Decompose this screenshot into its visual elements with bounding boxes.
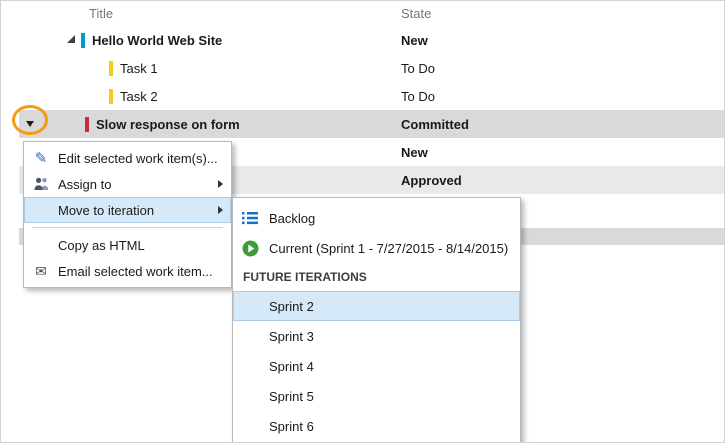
tree-expander-icon[interactable]: [67, 35, 75, 43]
menu-item-assign-to[interactable]: Assign to: [24, 171, 231, 197]
work-item-state: Approved: [401, 172, 462, 188]
backlog-icon: [242, 209, 260, 227]
column-header-state[interactable]: State: [401, 6, 431, 21]
submenu-item-sprint-6[interactable]: Sprint 6: [233, 411, 520, 441]
menu-item-edit-selected[interactable]: ✎ Edit selected work item(s)...: [24, 145, 231, 171]
column-header-title[interactable]: Title: [89, 6, 113, 21]
submenu-item-sprint-5[interactable]: Sprint 5: [233, 381, 520, 411]
menu-item-label: Move to iteration: [58, 202, 155, 218]
row-hello-world-web-site[interactable]: Hello World Web Site New: [19, 26, 724, 54]
work-item-state: New: [401, 144, 428, 160]
menu-item-label: Copy as HTML: [58, 237, 145, 253]
menu-separator: [32, 227, 223, 228]
submenu-item-label: Backlog: [269, 210, 316, 226]
row-slow-response-on-form[interactable]: Slow response on form Committed: [19, 110, 724, 138]
submenu-item-label: Sprint 5: [269, 388, 314, 404]
submenu-item-sprint-2[interactable]: Sprint 2: [233, 291, 520, 321]
future-iterations-header: FUTURE ITERATIONS: [243, 270, 367, 284]
work-item-title: Task 1: [120, 60, 158, 76]
submenu-item-label: Sprint 2: [269, 298, 314, 314]
annotation-highlight-circle: [12, 105, 48, 135]
work-item-context-menu: ✎ Edit selected work item(s)... Assign t…: [23, 141, 232, 288]
work-item-title: Task 2: [120, 88, 158, 104]
submenu-item-sprint-3[interactable]: Sprint 3: [233, 321, 520, 351]
menu-item-email-selected[interactable]: ✉ Email selected work item...: [24, 258, 231, 284]
submenu-item-backlog[interactable]: Backlog: [233, 203, 520, 233]
menu-item-label: Edit selected work item(s)...: [58, 150, 218, 166]
menu-item-label: Email selected work item...: [58, 263, 213, 279]
menu-item-label: Assign to: [58, 176, 112, 192]
grid-header: Title State: [1, 1, 724, 26]
submenu-item-label: Sprint 4: [269, 358, 314, 374]
work-item-title: Slow response on form: [96, 116, 240, 132]
current-sprint-icon: [242, 239, 260, 257]
submenu-arrow-icon: [218, 180, 223, 188]
submenu-item-sprint-4[interactable]: Sprint 4: [233, 351, 520, 381]
work-item-title: Hello World Web Site: [92, 32, 223, 48]
work-item-type-bar-red: [85, 116, 89, 132]
people-icon: [30, 177, 52, 192]
work-item-state: Committed: [401, 116, 469, 132]
row-task-1[interactable]: Task 1 To Do: [19, 54, 724, 82]
submenu-item-label: Sprint 3: [269, 328, 314, 344]
submenu-item-label: Sprint 6: [269, 418, 314, 434]
work-item-state: To Do: [401, 60, 435, 76]
work-item-type-bar-yellow: [109, 88, 113, 104]
menu-item-move-to-iteration[interactable]: Move to iteration: [24, 197, 231, 223]
work-item-type-bar-blue: [81, 32, 85, 48]
row-task-2[interactable]: Task 2 To Do: [19, 82, 724, 110]
pencil-icon: ✎: [34, 149, 48, 167]
submenu-item-current-sprint[interactable]: Current (Sprint 1 - 7/27/2015 - 8/14/201…: [233, 233, 520, 263]
work-item-state: To Do: [401, 88, 435, 104]
mail-icon: ✉: [35, 263, 47, 279]
menu-item-copy-as-html[interactable]: Copy as HTML: [24, 232, 231, 258]
work-item-backlog-screen: Title State Hello World Web Site New Tas…: [0, 0, 725, 443]
submenu-item-label: Current (Sprint 1 - 7/27/2015 - 8/14/201…: [269, 240, 509, 256]
work-item-state: New: [401, 32, 428, 48]
move-to-iteration-submenu: Backlog Current (Sprint 1 - 7/27/2015 - …: [232, 197, 521, 442]
work-item-type-bar-yellow: [109, 60, 113, 76]
submenu-arrow-icon: [218, 206, 223, 214]
